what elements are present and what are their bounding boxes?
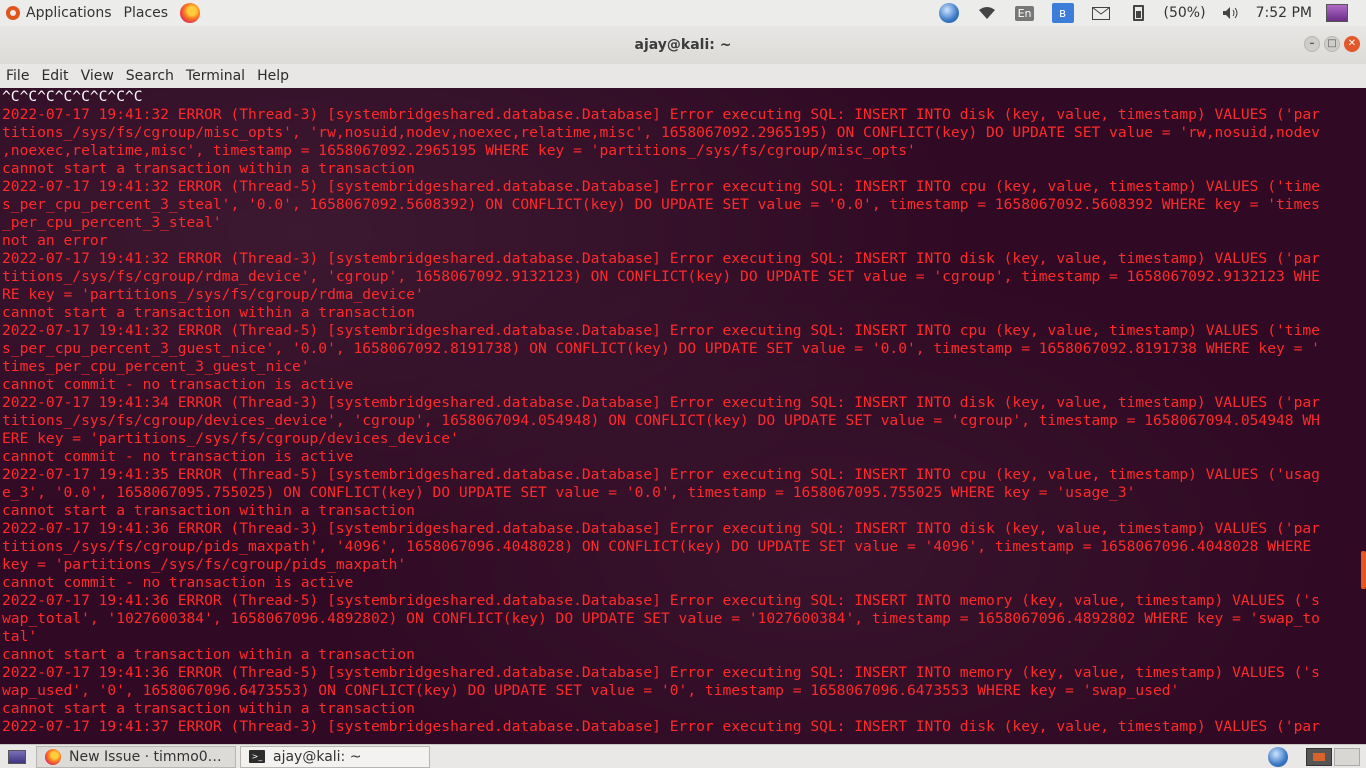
terminal-line: cannot start a transaction within a tran… (2, 700, 415, 717)
terminal-line: ,noexec,relatime,misc', timestamp = 1658… (2, 142, 916, 159)
firefox-icon (45, 748, 61, 765)
terminal-line: cannot start a transaction within a tran… (2, 304, 415, 321)
terminal-line: titions_/sys/fs/cgroup/devices_device', … (2, 412, 1320, 429)
window-titlebar[interactable]: ajay@kali: ~ – □ ✕ (0, 26, 1366, 64)
terminal-line: times_per_cpu_percent_3_guest_nice' (2, 358, 310, 375)
terminal-line: 2022-07-17 19:41:32 ERROR (Thread-5) [sy… (2, 178, 1320, 195)
firefox-launcher[interactable] (174, 0, 206, 26)
workspace-1[interactable] (1306, 747, 1332, 766)
terminal-line: cannot start a transaction within a tran… (2, 160, 415, 177)
applications-icon (6, 6, 20, 20)
menu-edit[interactable]: Edit (35, 64, 74, 88)
terminal-line: wap_total', '1027600384', 1658067096.489… (2, 610, 1320, 627)
terminal-line: _per_cpu_percent_3_steal' (2, 214, 222, 231)
terminal-line: e_3', '0.0', 1658067095.755025) ON CONFL… (2, 484, 1136, 501)
bluetooth-icon[interactable]: ʙ (1051, 3, 1074, 23)
menu-bar: File Edit View Search Terminal Help (0, 64, 1366, 88)
terminal-line: s_per_cpu_percent_3_guest_nice', '0.0', … (2, 340, 1320, 357)
terminal-text: ^C^C^C^C^C^C^C^C 2022-07-17 19:41:32 ERRO… (2, 88, 1320, 736)
menu-view[interactable]: View (75, 64, 120, 88)
terminal-line: ERE key = 'partitions_/sys/fs/cgroup/dev… (2, 430, 459, 447)
terminal-line: 2022-07-17 19:41:37 ERROR (Thread-3) [sy… (2, 718, 1320, 735)
places-label: Places (123, 5, 169, 21)
menu-help[interactable]: Help (251, 64, 295, 88)
network-globe-icon[interactable] (1268, 746, 1288, 767)
power-menu-icon[interactable] (1326, 4, 1348, 22)
terminal-line: tal' (2, 628, 38, 645)
network-globe-icon[interactable] (938, 3, 960, 23)
terminal-line: cannot start a transaction within a tran… (2, 502, 415, 519)
terminal-line: ^C^C^C^C^C^C^C^C (2, 88, 143, 105)
top-panel: Applications Places En ʙ (50%) 7:52 PM (0, 0, 1366, 26)
terminal-line: 2022-07-17 19:41:32 ERROR (Thread-3) [sy… (2, 106, 1320, 123)
menu-terminal[interactable]: Terminal (180, 64, 251, 88)
taskbar-item-label: New Issue · timmo00... (69, 748, 227, 765)
menu-file[interactable]: File (0, 64, 35, 88)
firefox-icon (180, 3, 201, 23)
terminal-line: RE key = 'partitions_/sys/fs/cgroup/rdma… (2, 286, 424, 303)
terminal-line: cannot commit - no transaction is active (2, 574, 354, 591)
applications-label: Applications (26, 5, 112, 21)
terminal-line: cannot commit - no transaction is active (2, 376, 354, 393)
keyboard-layout-label: En (1014, 5, 1035, 21)
places-menu[interactable]: Places (118, 0, 175, 26)
keyboard-layout-indicator[interactable]: En (1014, 4, 1036, 22)
terminal-icon: >_ (249, 750, 265, 763)
minimize-button[interactable]: – (1304, 36, 1320, 52)
terminal-line: wap_used', '0', 1658067096.6473553) ON C… (2, 682, 1180, 699)
terminal-line: 2022-07-17 19:41:32 ERROR (Thread-3) [sy… (2, 250, 1320, 267)
terminal-line: 2022-07-17 19:41:32 ERROR (Thread-5) [sy… (2, 322, 1320, 339)
workspace-2[interactable] (1334, 747, 1360, 766)
terminal-line: 2022-07-17 19:41:36 ERROR (Thread-3) [sy… (2, 520, 1320, 537)
close-button[interactable]: ✕ (1344, 36, 1360, 52)
bottom-taskbar: New Issue · timmo00... >_ ajay@kali: ~ (0, 744, 1366, 768)
taskbar-item-label: ajay@kali: ~ (273, 748, 362, 765)
terminal-line: 2022-07-17 19:41:36 ERROR (Thread-5) [sy… (2, 664, 1320, 681)
terminal-line: titions_/sys/fs/cgroup/rdma_device', 'cg… (2, 268, 1320, 285)
show-desktop-icon[interactable] (8, 749, 26, 764)
menu-search[interactable]: Search (120, 64, 180, 88)
terminal-line: 2022-07-17 19:41:34 ERROR (Thread-3) [sy… (2, 394, 1320, 411)
battery-icon[interactable] (1128, 4, 1150, 22)
taskbar-item-firefox[interactable]: New Issue · timmo00... (36, 745, 236, 768)
taskbar-item-terminal[interactable]: >_ ajay@kali: ~ (240, 745, 430, 768)
battery-percent[interactable]: (50%) (1158, 0, 1212, 26)
applications-menu[interactable]: Applications (0, 0, 118, 26)
window-title: ajay@kali: ~ (634, 37, 732, 53)
terminal-line: 2022-07-17 19:41:36 ERROR (Thread-5) [sy… (2, 592, 1320, 609)
terminal-line: s_per_cpu_percent_3_steal', '0.0', 16580… (2, 196, 1320, 213)
terminal-line: cannot start a transaction within a tran… (2, 646, 415, 663)
scrollbar-thumb[interactable] (1361, 551, 1366, 589)
terminal-line: key = 'partitions_/sys/fs/cgroup/pids_ma… (2, 556, 407, 573)
clock[interactable]: 7:52 PM (1250, 0, 1318, 26)
terminal-scrollbar[interactable] (1360, 88, 1366, 744)
terminal-line: titions_/sys/fs/cgroup/misc_opts', 'rw,n… (2, 124, 1320, 141)
mail-icon[interactable] (1090, 4, 1112, 22)
wifi-icon[interactable] (976, 4, 998, 22)
terminal-line: not an error (2, 232, 108, 249)
volume-icon[interactable] (1220, 4, 1242, 22)
terminal-line: cannot commit - no transaction is active (2, 448, 354, 465)
terminal-line: 2022-07-17 19:41:35 ERROR (Thread-5) [sy… (2, 466, 1320, 483)
maximize-button[interactable]: □ (1324, 36, 1340, 52)
terminal-output[interactable]: ^C^C^C^C^C^C^C^C 2022-07-17 19:41:32 ERRO… (0, 88, 1366, 744)
terminal-line: titions_/sys/fs/cgroup/pids_maxpath', '4… (2, 538, 1312, 555)
